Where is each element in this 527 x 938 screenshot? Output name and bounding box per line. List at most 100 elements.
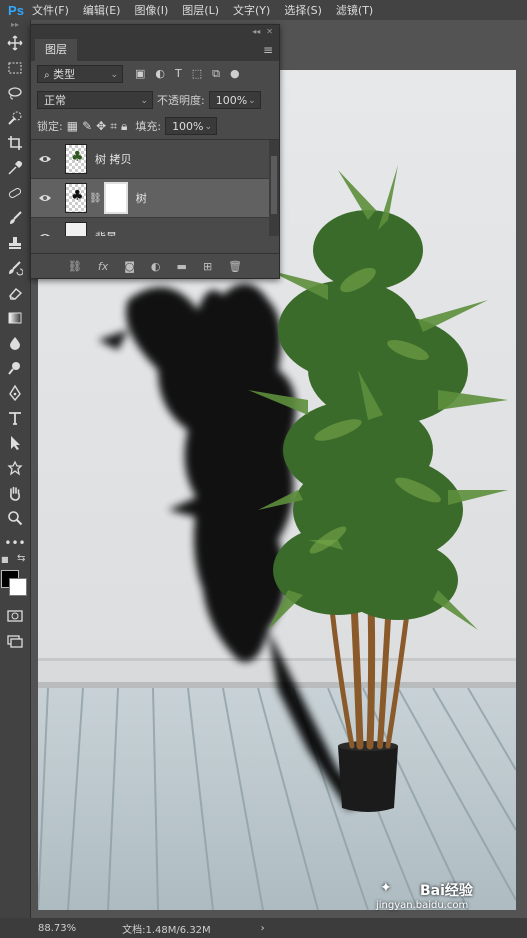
opacity-label: 不透明度: <box>157 94 205 107</box>
layer-name[interactable]: 树 拷贝 <box>95 151 132 167</box>
lock-position-icon[interactable]: ✥ <box>96 119 106 133</box>
link-chain-icon[interactable]: ⛓︎ <box>89 193 102 204</box>
layer-name[interactable]: 背景 <box>95 229 117 236</box>
background-color-swatch[interactable] <box>9 578 27 596</box>
layer-row[interactable]: ♣ 树 拷贝 <box>31 140 279 179</box>
menu-edit[interactable]: 编辑(E) <box>83 2 121 18</box>
lock-artboard-icon[interactable]: ⌗ <box>110 119 117 134</box>
plant-thumbnail-icon: ♣ <box>71 188 84 204</box>
shape-filter-icon[interactable]: ⬚ <box>192 67 202 81</box>
layers-scrollbar[interactable] <box>269 140 279 236</box>
new-group-icon[interactable]: ▬ <box>177 260 187 273</box>
visibility-eye-icon[interactable] <box>31 232 59 236</box>
path-selection-tool[interactable] <box>0 430 30 455</box>
history-brush-icon <box>9 260 23 275</box>
shape-icon <box>7 460 23 476</box>
custom-shape-tool[interactable] <box>0 455 30 480</box>
crop-icon <box>8 135 22 150</box>
pen-tool[interactable] <box>0 380 30 405</box>
zoom-tool[interactable] <box>0 505 30 530</box>
layers-panel: ◂◂ ✕ 图层 ≡ ⌕ 类型 ⌄ ▣ ◐ T ⬚ ⧉ ● 正常 ⌄ 不透明度: … <box>30 24 280 279</box>
toolbar-grip[interactable]: ▸▸ <box>0 20 30 30</box>
smart-object-filter-icon[interactable]: ⧉ <box>212 67 220 81</box>
eraser-tool[interactable] <box>0 280 30 305</box>
gradient-tool[interactable] <box>0 305 30 330</box>
add-mask-icon[interactable]: ◙ <box>124 260 135 273</box>
opacity-value: 100% <box>215 94 248 107</box>
filter-toggle-icon[interactable]: ● <box>230 67 240 81</box>
status-menu-arrow[interactable]: › <box>261 923 265 934</box>
menu-select[interactable]: 选择(S) <box>284 2 322 18</box>
type-icon <box>9 411 21 425</box>
healing-brush-tool[interactable] <box>0 180 30 205</box>
move-tool[interactable] <box>0 30 30 55</box>
panel-header-bar: ◂◂ ✕ <box>31 25 279 37</box>
fx-button[interactable]: fx <box>98 260 108 273</box>
filter-icons: ▣ ◐ T ⬚ ⧉ ● <box>135 67 240 81</box>
panel-menu-icon[interactable]: ≡ <box>263 43 273 57</box>
collapse-panel-icon[interactable]: ◂◂ <box>252 27 260 36</box>
gradient-icon <box>8 312 22 323</box>
eraser-icon <box>9 287 23 300</box>
layer-thumbnail: ♣ <box>65 144 87 174</box>
visibility-eye-icon[interactable] <box>31 193 59 203</box>
fill-label: 填充: <box>135 120 162 133</box>
status-bar: 88.73% 文档:1.48M/6.32M › <box>0 918 527 938</box>
swap-colors-icon[interactable]: ⇆ <box>17 553 25 564</box>
paw-logo-icon: ✦ <box>380 880 392 896</box>
clone-stamp-tool[interactable] <box>0 230 30 255</box>
type-filter-icon[interactable]: T <box>175 67 182 81</box>
blur-tool[interactable] <box>0 330 30 355</box>
screen-mode-button[interactable] <box>0 628 30 653</box>
fill-value: 100% <box>172 120 204 133</box>
adjustment-filter-icon[interactable]: ◐ <box>155 67 165 81</box>
quick-selection-icon <box>8 111 22 125</box>
marquee-tool[interactable] <box>0 55 30 80</box>
blend-mode-select[interactable]: 正常 ⌄ <box>37 91 153 109</box>
history-brush-tool[interactable] <box>0 255 30 280</box>
layer-row[interactable]: 背景 <box>31 218 279 236</box>
opacity-field[interactable]: 100% ⌄ <box>208 91 261 109</box>
link-layers-icon[interactable]: ⛓︎ <box>68 260 82 273</box>
type-tool[interactable] <box>0 405 30 430</box>
quick-mask-icon <box>7 609 23 622</box>
arrow-cursor-icon <box>11 435 20 450</box>
brush-tool[interactable] <box>0 205 30 230</box>
menu-image[interactable]: 图像(I) <box>134 2 168 18</box>
hand-tool[interactable] <box>0 480 30 505</box>
default-colors-icon[interactable]: ■ <box>1 555 9 564</box>
menu-file[interactable]: 文件(F) <box>32 2 69 18</box>
document-size: 文档:1.48M/6.32M <box>122 924 211 936</box>
lock-transparent-icon[interactable]: ▦ <box>67 119 78 133</box>
zoom-level[interactable]: 88.73% <box>38 923 76 934</box>
dodge-tool[interactable] <box>0 355 30 380</box>
watermark: ✦ Bai经验 jingyan.baidu.com <box>376 880 473 911</box>
scrollbar-thumb[interactable] <box>271 156 277 214</box>
quick-mask-button[interactable] <box>0 603 30 628</box>
eyedropper-tool[interactable] <box>0 155 30 180</box>
menu-layer[interactable]: 图层(L) <box>182 2 219 18</box>
menu-type[interactable]: 文字(Y) <box>233 2 270 18</box>
tab-layers[interactable]: 图层 <box>35 39 77 61</box>
pen-icon <box>9 384 21 401</box>
filter-kind-select[interactable]: ⌕ 类型 ⌄ <box>37 65 123 83</box>
close-panel-icon[interactable]: ✕ <box>266 27 273 36</box>
lasso-icon <box>8 86 22 99</box>
trash-icon[interactable]: 🗑︎ <box>228 260 242 273</box>
fill-field[interactable]: 100% ⌄ <box>165 117 218 135</box>
layer-mask-thumbnail[interactable] <box>103 182 128 214</box>
lock-image-icon[interactable]: ✎ <box>82 119 92 133</box>
pixel-filter-icon[interactable]: ▣ <box>135 67 145 81</box>
lock-all-icon[interactable]: 🔒︎ <box>121 119 127 134</box>
layer-name[interactable]: 树 <box>136 190 147 206</box>
visibility-eye-icon[interactable] <box>31 154 59 164</box>
new-layer-icon[interactable]: ⊞ <box>203 260 212 273</box>
layer-thumbnail: ♣ <box>65 183 87 213</box>
layer-row-selected[interactable]: ♣ ⛓︎ 树 <box>31 179 279 218</box>
lasso-tool[interactable] <box>0 80 30 105</box>
new-adjustment-layer-icon[interactable]: ◐ <box>151 260 161 273</box>
quick-selection-tool[interactable] <box>0 105 30 130</box>
crop-tool[interactable] <box>0 130 30 155</box>
menu-filter[interactable]: 滤镜(T) <box>336 2 373 18</box>
more-tools[interactable]: ••• <box>0 530 30 555</box>
